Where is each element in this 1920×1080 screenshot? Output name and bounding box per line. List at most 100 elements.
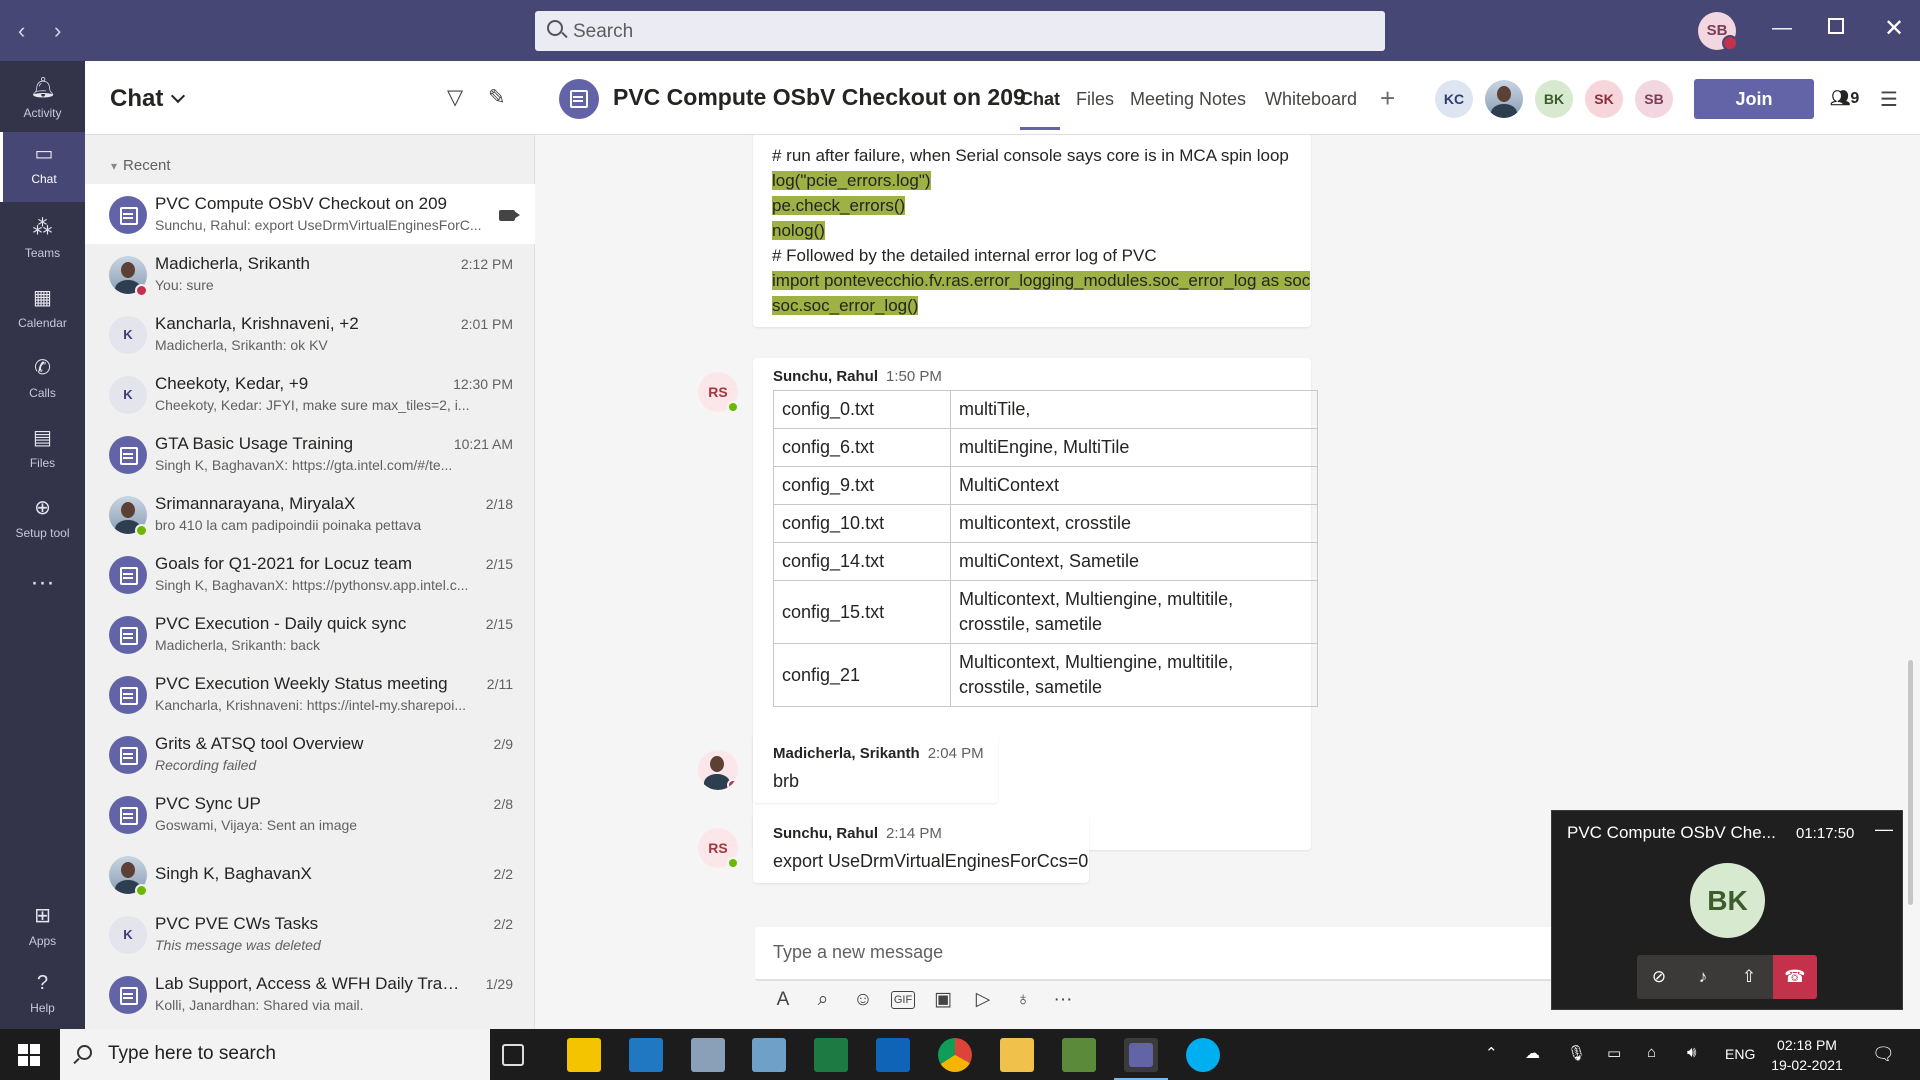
camera-off-icon[interactable]: ⊘ — [1637, 955, 1681, 999]
rail-files[interactable]: ▤ Files — [0, 416, 85, 482]
add-tab-icon[interactable]: + — [1380, 83, 1395, 114]
gif-icon[interactable]: GIF — [891, 991, 915, 1009]
forward-arrow-icon[interactable]: › — [54, 18, 61, 44]
rail-apps[interactable]: ⊞ Apps — [0, 894, 85, 960]
new-chat-icon[interactable]: ✎ — [488, 85, 512, 109]
app-icon[interactable] — [691, 1038, 725, 1072]
file-explorer-icon[interactable] — [1000, 1038, 1034, 1072]
chrome-icon[interactable] — [938, 1038, 972, 1072]
vscode-icon[interactable] — [629, 1038, 663, 1072]
chat-list-item[interactable]: PVC Sync UP Goswami, Vijaya: Sent an ima… — [85, 784, 535, 844]
chat-list-item[interactable]: K Cheekoty, Kedar, +9 Cheekoty, Kedar: J… — [85, 364, 535, 424]
rail-calendar[interactable]: ▦ Calendar — [0, 276, 85, 342]
avatar[interactable] — [698, 750, 738, 790]
praise-icon[interactable]: ♁ — [1011, 988, 1035, 1012]
chat-list-title[interactable]: Chat — [110, 85, 186, 113]
filter-icon[interactable]: ▽ — [447, 85, 471, 109]
minimize-icon[interactable]: — — [1772, 17, 1792, 40]
share-screen-icon[interactable]: ⇧ — [1727, 955, 1771, 999]
chat-list-item[interactable]: K PVC PVE CWs Tasks This message was del… — [85, 904, 535, 964]
chat-list-item[interactable]: Madicherla, Srikanth You: sure 2:12 PM — [85, 244, 535, 304]
chat-list-item[interactable]: GTA Basic Usage Training Singh K, Baghav… — [85, 424, 535, 484]
rail-activity[interactable]: 🔔︎ Activity — [0, 66, 85, 132]
language-indicator[interactable]: ENG — [1725, 1046, 1755, 1062]
outlook-icon[interactable] — [876, 1038, 910, 1072]
recent-section-label[interactable]: Recent — [111, 157, 171, 174]
rail-more[interactable]: ··· — [0, 561, 85, 601]
meet-now-icon[interactable]: ▷ — [971, 988, 995, 1012]
back-arrow-icon[interactable]: ‹ — [18, 18, 25, 44]
mic-off-icon[interactable]: ♪ — [1681, 955, 1725, 999]
avatar[interactable]: RS — [698, 828, 739, 869]
code-text: log("pcie_errors.log") — [772, 171, 931, 190]
tab-files[interactable]: Files — [1076, 89, 1114, 110]
chat-name: Srimannarayana, MiryalaX — [155, 494, 356, 513]
list-icon[interactable]: ☰ — [1880, 87, 1898, 112]
profile-avatar[interactable]: SB — [1698, 12, 1738, 51]
participant-avatar[interactable]: KC — [1435, 80, 1473, 118]
participant-avatar[interactable]: SB — [1635, 80, 1673, 118]
participants-button[interactable]: 👥︎9 — [1830, 88, 1859, 108]
participant-avatar[interactable]: SK — [1585, 80, 1623, 118]
format-icon[interactable]: A — [771, 988, 795, 1012]
rail-teams[interactable]: ⁂ Teams — [0, 206, 85, 272]
tab-chat[interactable]: Chat — [1020, 89, 1060, 130]
chat-list-item[interactable]: PVC Compute OSbV Checkout on 209 Sunchu,… — [85, 184, 535, 244]
plus-circle-icon: ⊕ — [34, 497, 51, 519]
volume-icon[interactable]: 🔊︎ — [1687, 1044, 1696, 1061]
scrollbar-thumb[interactable] — [1908, 660, 1913, 905]
code-line: # run after failure, when Serial console… — [772, 143, 1310, 168]
maximize-icon[interactable] — [1828, 18, 1844, 34]
mini-call-window[interactable]: PVC Compute OSbV Che... 01:17:50 — BK ⊘ … — [1551, 810, 1903, 1010]
chat-list-item[interactable]: Singh K, BaghavanX 2/2 — [85, 844, 535, 904]
skype-icon[interactable] — [1186, 1038, 1220, 1072]
chevron-up-icon[interactable]: ⌃ — [1485, 1044, 1498, 1062]
chat-time: 2/2 — [493, 916, 513, 932]
rail-setup-tool[interactable]: ⊕ Setup tool — [0, 486, 85, 552]
windows-start-icon[interactable] — [18, 1044, 40, 1066]
emoji-icon[interactable]: ☺ — [851, 988, 875, 1012]
network-icon[interactable]: ⌂ — [1647, 1044, 1656, 1061]
chat-list-item[interactable]: K Kancharla, Krishnaveni, +2 Madicherla,… — [85, 304, 535, 364]
taskbar-clock[interactable]: 02:18 PM 19-02-2021 — [1762, 1035, 1852, 1075]
chat-list-item[interactable]: PVC Execution - Daily quick sync Madiche… — [85, 604, 535, 664]
tab-meeting-notes[interactable]: Meeting Notes — [1130, 89, 1246, 110]
participant-avatar[interactable] — [1485, 80, 1523, 118]
minimize-icon[interactable]: — — [1875, 819, 1893, 840]
search-input[interactable]: Search — [535, 11, 1385, 51]
sticker-icon[interactable]: ▣ — [931, 988, 955, 1012]
notification-icon[interactable]: 🗨︎ — [1872, 1044, 1895, 1065]
avatar[interactable]: RS — [698, 372, 739, 413]
tab-whiteboard[interactable]: Whiteboard — [1265, 89, 1357, 110]
table-cell: config_6.txt — [773, 428, 951, 467]
chat-preview: Madicherla, Srikanth: back — [155, 637, 320, 653]
more-options-icon[interactable]: ··· — [1051, 988, 1075, 1012]
microphone-icon[interactable]: 🎙︎ — [1567, 1044, 1586, 1062]
join-button[interactable]: Join — [1694, 79, 1814, 119]
app-icon[interactable] — [752, 1038, 786, 1072]
chat-list-item[interactable]: Goals for Q1-2021 for Locuz team Singh K… — [85, 544, 535, 604]
meeting-icon — [109, 976, 147, 1014]
task-view-icon[interactable] — [502, 1044, 524, 1066]
sticky-notes-icon[interactable] — [567, 1038, 601, 1072]
search-placeholder: Search — [573, 21, 634, 42]
chat-list-item[interactable]: Grits & ATSQ tool Overview Recording fai… — [85, 724, 535, 784]
attach-icon[interactable]: ⌕ — [811, 988, 835, 1012]
participant-avatar[interactable]: BK — [1535, 80, 1573, 118]
message-author: Madicherla, Srikanth — [773, 745, 920, 762]
close-icon[interactable]: ✕ — [1884, 14, 1904, 43]
chat-list-item[interactable]: Srimannarayana, MiryalaX bro 410 la cam … — [85, 484, 535, 544]
excel-icon[interactable] — [814, 1038, 848, 1072]
taskbar-search-input[interactable]: Type here to search — [60, 1029, 490, 1080]
battery-icon[interactable]: ▭ — [1607, 1044, 1621, 1062]
chat-list-item[interactable]: PVC Execution Weekly Status meeting Kanc… — [85, 664, 535, 724]
rail-chat[interactable]: ▭ Chat — [0, 132, 85, 202]
teams-taskbar-icon[interactable] — [1114, 1038, 1168, 1080]
onedrive-icon[interactable]: ☁ — [1525, 1044, 1540, 1062]
rail-calls[interactable]: ✆ Calls — [0, 346, 85, 412]
hang-up-icon[interactable]: ☎ — [1773, 955, 1817, 999]
chat-list-item[interactable]: Lab Support, Access & WFH Daily Track...… — [85, 964, 535, 1024]
rail-help[interactable]: ? Help — [0, 961, 85, 1027]
app-icon[interactable] — [1062, 1038, 1096, 1072]
code-text: soc.soc_error_log() — [772, 296, 919, 315]
